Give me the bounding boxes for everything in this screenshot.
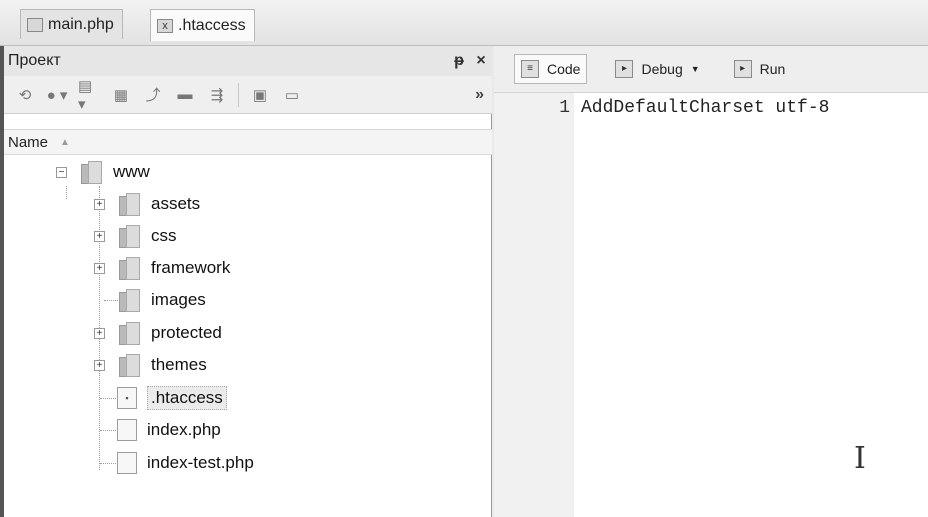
line-number-gutter bbox=[494, 93, 574, 517]
window-icon[interactable]: ▭ bbox=[281, 84, 303, 106]
code-editor: ≡ Code ▸ Debug ▼ ▸ Run 1 AddDefaultChars… bbox=[494, 46, 928, 517]
column-header-label: Name bbox=[8, 133, 49, 151]
debug-button-label: Debug bbox=[641, 61, 683, 77]
php-file-icon bbox=[27, 17, 43, 32]
tab-htaccess[interactable]: x .htaccess bbox=[150, 9, 255, 41]
tree-item-label: themes bbox=[151, 355, 207, 374]
no-expander bbox=[94, 458, 105, 469]
run-button[interactable]: ▸ Run bbox=[728, 54, 792, 84]
tree-item-label: www bbox=[113, 162, 150, 181]
properties-icon[interactable]: ▣ bbox=[249, 84, 271, 106]
code-icon: ≡ bbox=[521, 60, 539, 78]
editor-toolbar: ≡ Code ▸ Debug ▼ ▸ Run bbox=[494, 46, 928, 93]
circle-dropdown-icon[interactable]: ● ▾ bbox=[46, 84, 68, 106]
no-expander bbox=[94, 393, 105, 404]
file-icon bbox=[117, 452, 137, 474]
column-header-name[interactable]: Name ▲ bbox=[4, 129, 492, 155]
tree-item-assets[interactable]: + assets bbox=[94, 190, 200, 218]
folder-icon bbox=[117, 193, 141, 216]
folder-icon bbox=[117, 322, 141, 345]
tree-line bbox=[66, 186, 67, 199]
collapse-icon[interactable]: − bbox=[56, 166, 67, 178]
tree-item-label: index.php bbox=[147, 420, 221, 439]
file-tab-bar: main.php x .htaccess bbox=[0, 0, 928, 46]
tab-label: .htaccess bbox=[178, 16, 246, 34]
copy-icon[interactable]: ▦ bbox=[110, 84, 132, 106]
tree-item-label: index-test.php bbox=[147, 453, 254, 472]
tab-main-php[interactable]: main.php bbox=[20, 9, 123, 39]
tree-item-label: assets bbox=[151, 194, 201, 213]
folder-icon bbox=[117, 225, 141, 248]
tree-item-label: protected bbox=[151, 323, 222, 342]
expand-icon[interactable]: + bbox=[94, 198, 105, 210]
chevron-down-icon[interactable]: ▼ bbox=[691, 64, 700, 74]
close-panel-icon[interactable]: × bbox=[470, 52, 492, 70]
tree-item-label: framework bbox=[151, 258, 231, 277]
expand-icon[interactable]: + bbox=[94, 262, 105, 274]
expand-icon[interactable]: + bbox=[94, 359, 105, 371]
panel-title: Проект bbox=[8, 52, 61, 69]
tree-item-css[interactable]: + css bbox=[94, 222, 177, 250]
tree-item-label: css bbox=[151, 226, 177, 245]
run-button-label: Run bbox=[759, 61, 786, 77]
line-number: 1 bbox=[559, 98, 570, 118]
link-icon[interactable]: ⤴ bbox=[142, 84, 164, 106]
minus-icon[interactable]: ▬ bbox=[174, 84, 196, 106]
no-expander bbox=[94, 295, 105, 306]
debug-button[interactable]: ▸ Debug ▼ bbox=[609, 54, 705, 84]
project-panel: Проект ᵽ × ⟲ ● ▾ ▤ ▾ ▦ ⤴ ▬ ⇶ ▣ ▭ » Name … bbox=[4, 46, 492, 517]
expand-icon[interactable]: + bbox=[94, 230, 105, 242]
code-view-button[interactable]: ≡ Code bbox=[514, 54, 588, 84]
tree-item-label: .htaccess bbox=[147, 386, 227, 410]
file-icon bbox=[117, 419, 137, 441]
tree-item-htaccess[interactable]: ▪ .htaccess bbox=[94, 384, 227, 412]
no-expander bbox=[94, 425, 105, 436]
project-panel-header: Проект ᵽ × bbox=[4, 46, 492, 76]
config-file-icon: ▪ bbox=[117, 387, 137, 409]
tab-label: main.php bbox=[48, 15, 114, 33]
debug-icon: ▸ bbox=[615, 60, 634, 78]
folder-icon bbox=[79, 161, 103, 184]
text-cursor-icon: I bbox=[854, 441, 866, 476]
run-icon: ▸ bbox=[733, 60, 752, 78]
project-toolbar: ⟲ ● ▾ ▤ ▾ ▦ ⤴ ▬ ⇶ ▣ ▭ » bbox=[4, 76, 492, 114]
folder-dropdown-icon[interactable]: ▤ ▾ bbox=[78, 78, 100, 113]
pin-icon[interactable]: ᵽ bbox=[448, 52, 470, 70]
tree-item-index-php[interactable]: index.php bbox=[94, 416, 221, 444]
tree-item-themes[interactable]: + themes bbox=[94, 351, 207, 379]
close-icon[interactable]: x bbox=[157, 18, 173, 33]
folder-icon bbox=[117, 257, 141, 280]
tree-item-index-test-php[interactable]: index-test.php bbox=[94, 449, 254, 477]
tree-item-label: images bbox=[151, 290, 206, 309]
toolbar-overflow-icon[interactable]: » bbox=[475, 86, 484, 104]
tree-item-www[interactable]: − www bbox=[56, 158, 150, 186]
tree-item-framework[interactable]: + framework bbox=[94, 254, 230, 282]
tree-item-images[interactable]: images bbox=[94, 286, 206, 314]
code-line[interactable]: AddDefaultCharset utf-8 bbox=[581, 98, 829, 118]
code-button-label: Code bbox=[547, 61, 581, 77]
sort-ascending-icon: ▲ bbox=[60, 136, 70, 148]
tree-item-protected[interactable]: + protected bbox=[94, 319, 222, 347]
split-icon[interactable]: ⇶ bbox=[206, 84, 228, 106]
expand-icon[interactable]: + bbox=[94, 327, 105, 339]
folder-icon bbox=[117, 354, 141, 377]
folder-icon bbox=[117, 289, 141, 312]
sync-icon[interactable]: ⟲ bbox=[14, 84, 36, 106]
toolbar-separator bbox=[238, 82, 239, 107]
